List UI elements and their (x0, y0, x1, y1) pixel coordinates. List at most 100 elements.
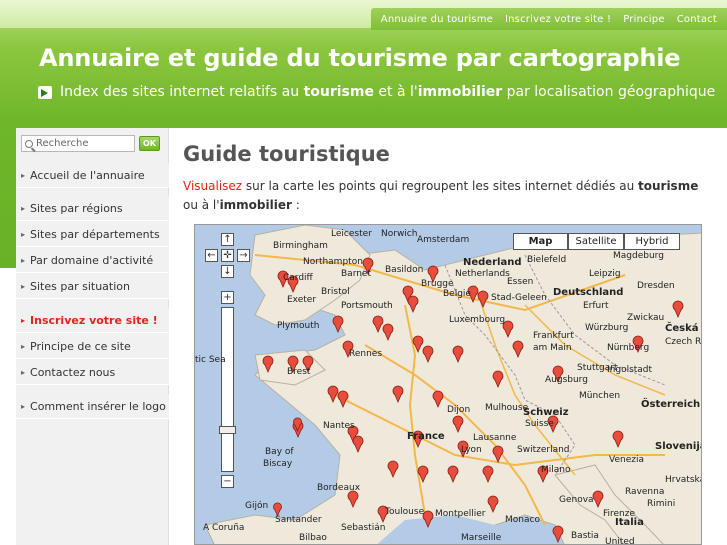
subtitle-bold-immobilier: immobilier (417, 84, 503, 100)
map-label: Biscay (263, 459, 293, 469)
map-label: Barnet (341, 269, 372, 279)
map-label: Milano (541, 465, 571, 475)
map-label: Bristol (321, 287, 350, 297)
sidebar-item-domaine[interactable]: ▸ Par domaine d'activité (16, 248, 169, 273)
map-label: Cardiff (283, 273, 313, 283)
pan-center-icon[interactable]: ✛ (221, 249, 234, 262)
map-label: Rimini (647, 499, 676, 509)
sidebar-item-label: Accueil de l'annuaire (30, 168, 145, 182)
map-label: Mulhouse (485, 403, 529, 413)
search-input[interactable]: Recherche (21, 135, 135, 152)
sidebar-item-principe[interactable]: ▸ Principe de ce site (16, 334, 169, 359)
map-label: Ravenna (625, 487, 665, 497)
map-label: Ingolstadt (607, 365, 653, 375)
map-label: Portsmouth (341, 301, 393, 311)
subtitle-prefix: Index des sites internet relatifs au (60, 84, 304, 100)
map-label: Leipzig (589, 269, 621, 279)
subtitle-bold-tourisme: tourisme (303, 84, 374, 100)
search-placeholder: Recherche (36, 138, 89, 149)
map-label: United (605, 537, 635, 545)
sidebar: Recherche OK ▸ Accueil de l'annuaire ▸ S… (16, 128, 169, 545)
top-nav-annuaire[interactable]: Annuaire du tourisme (375, 14, 499, 25)
map-label: Stad-Geleen (491, 293, 547, 303)
sidebar-item-contact[interactable]: ▸ Contactez nous (16, 360, 169, 385)
map-label: Würzburg (585, 323, 629, 333)
top-nav-principe[interactable]: Principe (617, 14, 670, 25)
map-label: Slovenija (655, 441, 702, 452)
sidebar-item-departements[interactable]: ▸ Sites par départements (16, 222, 169, 247)
top-nav-contact[interactable]: Contact (671, 14, 723, 25)
map-label: Bastia (571, 531, 599, 541)
map-label: München (579, 391, 621, 401)
pan-right-icon[interactable]: → (237, 249, 250, 262)
sidebar-item-situation[interactable]: ▸ Sites par situation (16, 274, 169, 299)
zoom-out-icon[interactable]: − (221, 475, 234, 488)
sidebar-item-logo[interactable]: ▸ Comment insérer le logo (16, 394, 169, 419)
map-label: Gijón (245, 501, 269, 511)
map-label: Augsburg (545, 375, 588, 385)
map-label: Österreich (641, 399, 701, 410)
sidebar-item-label: Inscrivez votre site ! (30, 313, 158, 327)
map-label: Leicester (331, 229, 372, 239)
map-label: Nederland (463, 257, 522, 268)
tourism-map[interactable]: Map Satellite Hybrid ↑ ← ✛ → ↓ + − Leice… (194, 224, 702, 545)
pan-left-icon[interactable]: ← (205, 249, 218, 262)
zoom-slider[interactable] (219, 307, 236, 472)
map-type-map-button[interactable]: Map (513, 233, 568, 250)
intro-part-3: : (291, 198, 300, 212)
map-label: Sebastián (341, 523, 386, 533)
map-label: Magdeburg (613, 251, 664, 261)
pan-down-icon[interactable]: ↓ (221, 265, 234, 278)
intro-text: Visualisez sur la carte les points qui r… (183, 177, 713, 215)
sidebar-item-inscrivez[interactable]: ▸ Inscrivez votre site ! (16, 308, 169, 333)
map-label: Belgie (443, 289, 471, 299)
chevron-right-icon: ▸ (21, 255, 26, 265)
map-label: Genova (559, 495, 594, 505)
map-label: Santander (275, 515, 322, 525)
map-label: Monaco (505, 515, 540, 525)
map-label: A Coruña (203, 523, 245, 533)
sidebar-item-regions[interactable]: ▸ Sites par régions (16, 196, 169, 221)
sidebar-item-label: Principe de ce site (30, 339, 131, 353)
chevron-right-icon: ▸ (21, 341, 26, 351)
pan-up-icon[interactable]: ↑ (221, 233, 234, 246)
map-label: Nantes (323, 421, 355, 431)
sidebar-item-accueil[interactable]: ▸ Accueil de l'annuaire (16, 163, 169, 188)
map-label: tic Sea (195, 355, 226, 365)
arrow-right-icon (38, 85, 52, 99)
search-ok-button[interactable]: OK (139, 136, 160, 151)
map-label: Marseille (461, 533, 502, 543)
site-title[interactable]: Annuaire et guide du tourisme par cartog… (39, 44, 681, 72)
sidebar-item-label: Contactez nous (30, 365, 116, 379)
intro-part-1: sur la carte les points qui regroupent l… (242, 179, 638, 193)
map-label: Dijon (447, 405, 471, 415)
page-title: Guide touristique (183, 142, 390, 166)
map-label: Frankfurt (533, 331, 574, 341)
intro-bold-tourisme: tourisme (638, 179, 699, 193)
site-subtitle: Index des sites internet relatifs au tou… (38, 84, 715, 100)
chevron-right-icon: ▸ (21, 229, 26, 239)
top-nav-inscrivez[interactable]: Inscrivez votre site ! (499, 14, 617, 25)
subtitle-mid: et à l' (373, 84, 418, 100)
subtitle-suffix: par localisation géographique (502, 84, 716, 100)
map-label: Czech Re (665, 337, 701, 347)
map-label: Bilbao (299, 533, 327, 543)
map-label: Deutschland (553, 287, 624, 298)
map-label: Erfurt (583, 301, 609, 311)
map-label: Rennes (349, 349, 383, 359)
map-label: Toulouse (385, 507, 425, 517)
map-label: Bay of (265, 447, 294, 457)
map-label: Plymouth (277, 321, 320, 331)
map-type-satellite-button[interactable]: Satellite (568, 233, 624, 250)
map-label: Exeter (287, 295, 317, 305)
map-label: Hrvatska (665, 475, 702, 485)
zoom-in-icon[interactable]: + (221, 291, 234, 304)
map-label: Bordeaux (317, 483, 361, 493)
map-type-hybrid-button[interactable]: Hybrid (624, 233, 680, 250)
zoom-slider-handle[interactable] (219, 426, 236, 434)
map-label: Amsterdam (417, 235, 470, 245)
map-label: Luxembourg (449, 315, 506, 325)
visualisez-link[interactable]: Visualisez (183, 179, 242, 193)
map-label: Lausanne (473, 433, 517, 443)
chevron-right-icon: ▸ (21, 315, 26, 325)
